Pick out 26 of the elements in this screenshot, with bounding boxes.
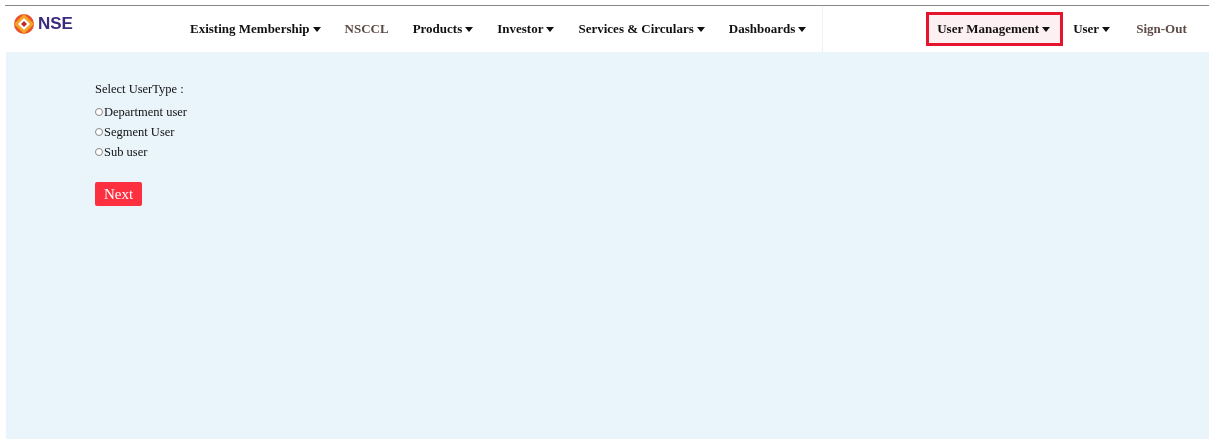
caret-icon [798,26,807,32]
caret-icon [696,26,705,32]
nav-menu-item[interactable]: Services & Circulars [566,12,717,46]
nav-menu-item[interactable]: User [1063,12,1125,46]
radio-label: Department user [104,104,187,120]
caret-icon [1042,26,1051,32]
logo-icon [13,12,35,35]
nav-menu-item[interactable]: Investor [485,12,567,46]
field-label: Select UserType : [95,82,184,98]
caret-icon [546,26,555,32]
radio-button[interactable] [95,108,103,116]
radio-label: Segment User [104,124,175,140]
caret-icon [465,26,474,32]
caret-icon [1102,26,1111,32]
nav-menu-item[interactable]: NSCCL [332,12,401,46]
nav-menu-item[interactable]: User Management [926,12,1064,46]
radio-button[interactable] [95,128,103,136]
nav-menu-item[interactable]: Sign-Out [1124,12,1199,46]
radio-button[interactable] [95,148,103,156]
nav-menu-item[interactable]: Dashboards [716,12,819,46]
nav-menu-item[interactable]: Products [400,12,486,46]
logo-text: NSE [38,13,73,34]
radio-label: Sub user [104,144,148,160]
next-button[interactable]: Next [95,182,143,206]
nav-menu-item[interactable]: Existing Membership [178,12,333,46]
caret-icon [312,26,321,32]
